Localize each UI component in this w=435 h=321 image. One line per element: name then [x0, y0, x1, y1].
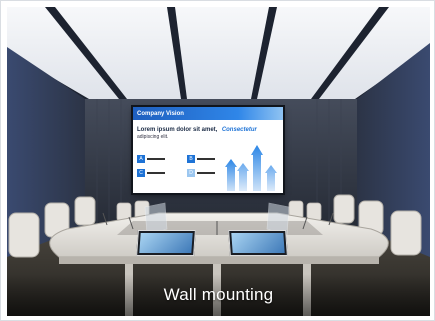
caption-text: Wall mounting — [163, 285, 274, 304]
image-card: Company Vision Lorem ipsum dolor sit ame… — [0, 0, 435, 321]
caption-bar: Wall mounting — [7, 274, 430, 316]
tablet-right — [228, 230, 288, 256]
tablet-left — [136, 230, 196, 256]
furniture-layer — [8, 194, 422, 316]
tablet-icon — [231, 233, 285, 253]
tablet-icon — [139, 233, 193, 253]
conference-room-photo: Company Vision Lorem ipsum dolor sit ame… — [7, 7, 430, 316]
table-edge — [59, 257, 379, 264]
